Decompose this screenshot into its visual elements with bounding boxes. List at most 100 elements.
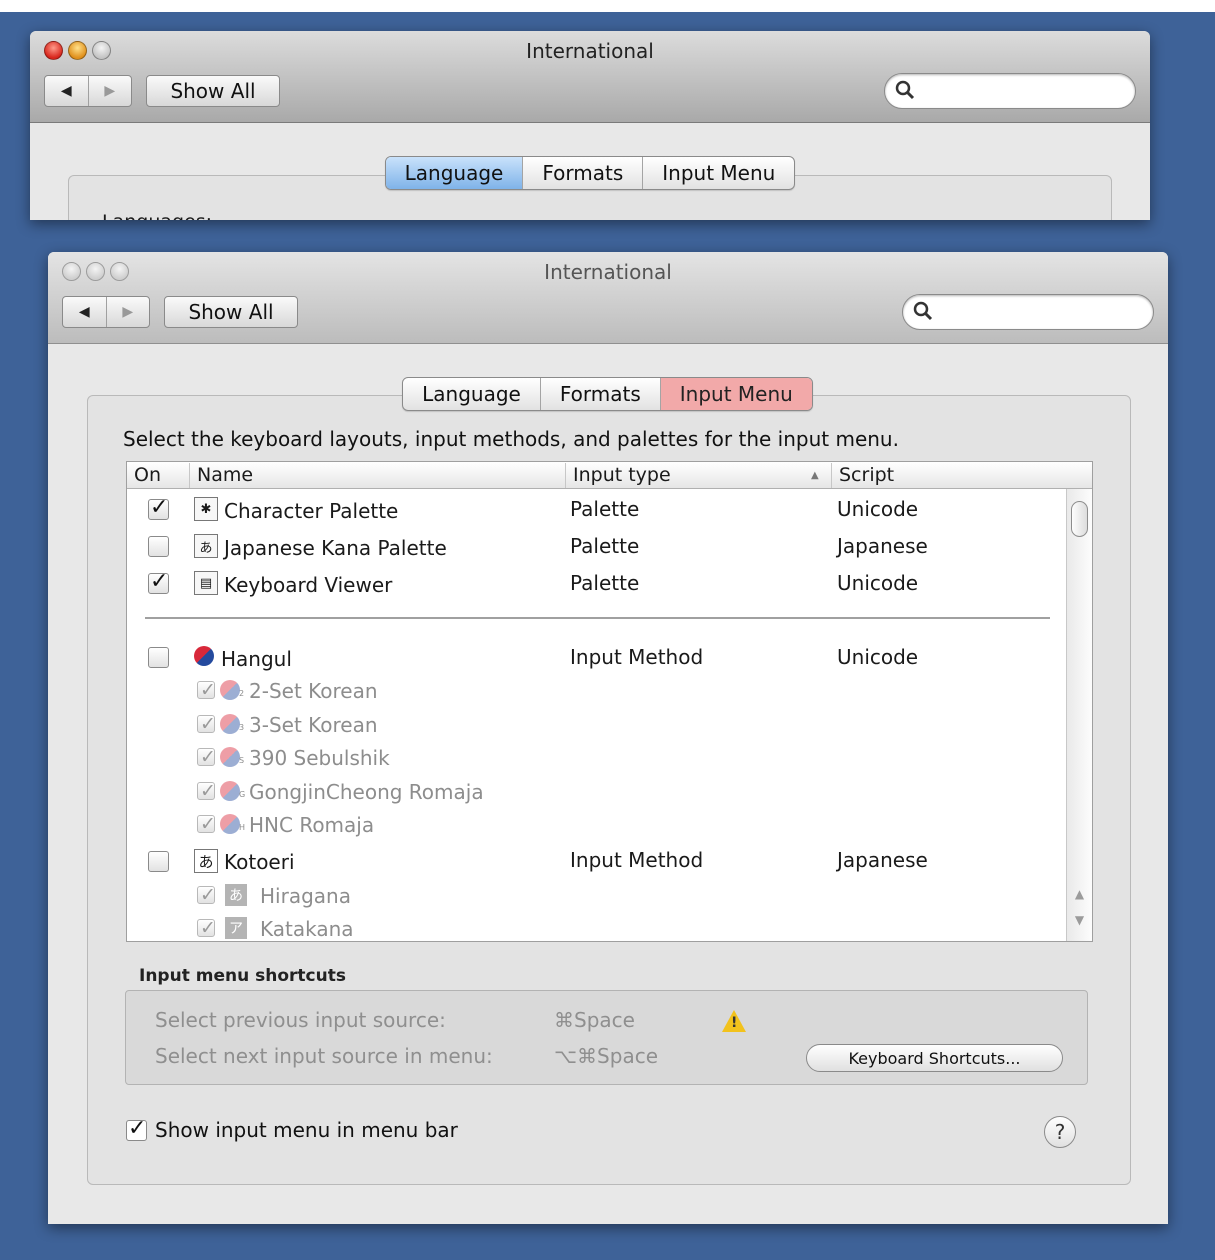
scroll-down-arrow-icon[interactable]: ▼: [1067, 913, 1092, 927]
keyboard-shortcuts-button[interactable]: Keyboard Shortcuts...: [806, 1044, 1063, 1072]
previous-source-shortcut: ⌘Space: [554, 1008, 635, 1032]
show-input-menu-label: Show input menu in menu bar: [155, 1118, 458, 1142]
table-row[interactable]: ✱ Character Palette Palette Unicode: [127, 492, 1067, 523]
character-palette-icon: ✱: [194, 497, 218, 521]
row-input-type: Palette: [570, 497, 640, 521]
back-arrow-icon[interactable]: ◀: [63, 297, 106, 327]
kana-palette-icon: あ: [194, 534, 218, 558]
row-script: Unicode: [837, 497, 919, 521]
row-sub-glyph: 3: [239, 723, 245, 732]
table-row[interactable]: 3 3-Set Korean: [127, 710, 1067, 740]
row-checkbox[interactable]: [197, 713, 216, 735]
background-titlebar: International ◀ ▶ Show All: [30, 31, 1150, 123]
row-script: Japanese: [837, 848, 928, 872]
row-checkbox[interactable]: [148, 569, 169, 594]
table-row[interactable]: S 390 Sebulshik: [127, 743, 1067, 773]
row-checkbox[interactable]: [148, 495, 169, 520]
korean-flag-icon: [220, 781, 240, 801]
background-tab-input-menu[interactable]: Input Menu: [642, 157, 794, 189]
row-sub-glyph: H: [239, 823, 246, 832]
search-field[interactable]: [902, 294, 1154, 330]
table-row[interactable]: G GongjinCheong Romaja: [127, 777, 1067, 807]
katakana-icon: ア: [225, 917, 247, 939]
row-input-type: Palette: [570, 571, 640, 595]
row-name: Katakana: [260, 917, 354, 941]
background-search-field[interactable]: [884, 73, 1136, 109]
table-separator: [145, 617, 1050, 619]
scroll-up-arrow-icon[interactable]: ▲: [1067, 887, 1092, 901]
back-arrow-icon[interactable]: ◀: [45, 76, 88, 106]
nav-buttons: ◀ ▶: [62, 296, 150, 328]
row-name: GongjinCheong Romaja: [249, 780, 484, 804]
forward-arrow-icon[interactable]: ▶: [87, 76, 132, 106]
row-name: Hangul: [221, 647, 292, 671]
tab-input-menu[interactable]: Input Menu: [659, 378, 812, 410]
next-source-label: Select next input source in menu:: [155, 1044, 493, 1068]
screen-edge: [0, 0, 1215, 12]
column-input-type[interactable]: Input type: [565, 463, 831, 488]
row-checkbox[interactable]: [197, 780, 216, 802]
table-row[interactable]: H HNC Romaja: [127, 810, 1067, 840]
column-name[interactable]: Name: [189, 463, 565, 488]
table-row[interactable]: あ Hiragana: [127, 881, 1067, 911]
row-checkbox[interactable]: [197, 884, 216, 906]
row-name: Japanese Kana Palette: [224, 536, 447, 560]
row-checkbox[interactable]: [197, 679, 216, 701]
table-row[interactable]: あ Japanese Kana Palette Palette Japanese: [127, 529, 1067, 560]
column-on[interactable]: On: [127, 463, 189, 488]
table-row[interactable]: ア Katakana: [127, 914, 1067, 941]
row-script: Unicode: [837, 645, 919, 669]
table-row[interactable]: あ Kotoeri Input Method Japanese: [127, 844, 1067, 874]
background-window: International ◀ ▶ Show All Language Form…: [30, 31, 1150, 220]
tab-formats[interactable]: Formats: [539, 378, 660, 410]
show-all-button[interactable]: Show All: [164, 296, 298, 328]
background-nav-buttons: ◀ ▶: [44, 75, 132, 107]
scrollbar-thumb[interactable]: [1071, 501, 1088, 537]
hiragana-icon: あ: [225, 884, 247, 906]
table-row[interactable]: 2 2-Set Korean: [127, 676, 1067, 706]
titlebar: International ◀ ▶ Show All: [48, 252, 1168, 344]
next-source-shortcut: ⌥⌘Space: [554, 1044, 658, 1068]
previous-source-label: Select previous input source:: [155, 1008, 446, 1032]
background-languages-label: Languages:: [102, 211, 212, 220]
kotoeri-icon: あ: [194, 849, 218, 873]
background-window-title: International: [526, 39, 654, 63]
row-input-type: Input Method: [570, 645, 704, 669]
row-sub-glyph: 2: [239, 689, 245, 698]
show-input-menu-checkbox[interactable]: [126, 1116, 147, 1141]
korean-flag-icon: [220, 714, 240, 734]
row-checkbox[interactable]: [197, 746, 216, 768]
row-checkbox[interactable]: [197, 813, 216, 835]
background-tab-formats[interactable]: Formats: [522, 157, 642, 189]
row-checkbox[interactable]: [197, 917, 216, 939]
shortcuts-label: Input menu shortcuts: [139, 966, 346, 986]
tab-language[interactable]: Language: [403, 378, 540, 410]
row-name: Kotoeri: [224, 850, 295, 874]
row-checkbox[interactable]: [148, 536, 169, 557]
preference-tabs: Language Formats Input Menu: [402, 377, 813, 411]
row-checkbox[interactable]: [148, 851, 169, 872]
background-tab-language[interactable]: Language: [385, 157, 523, 189]
row-script: Unicode: [837, 571, 919, 595]
row-input-type: Input Method: [570, 848, 704, 872]
forward-arrow-icon[interactable]: ▶: [105, 297, 150, 327]
table-scrollbar[interactable]: ▲ ▼: [1066, 489, 1092, 941]
background-tabs: Language Formats Input Menu: [384, 156, 796, 190]
background-show-all-button[interactable]: Show All: [146, 75, 280, 107]
window-title: International: [544, 260, 672, 284]
row-name: Keyboard Viewer: [224, 573, 393, 597]
input-sources-table: On Name Input type ▲ Script ✱ Character …: [126, 461, 1093, 942]
row-name: 390 Sebulshik: [249, 746, 390, 770]
table-row[interactable]: Hangul Input Method Unicode: [127, 640, 1067, 671]
korean-flag-icon: [220, 814, 240, 834]
search-icon: [895, 80, 915, 100]
row-input-type: Palette: [570, 534, 640, 558]
help-button[interactable]: ?: [1044, 1116, 1076, 1148]
table-row[interactable]: ▤ Keyboard Viewer Palette Unicode: [127, 566, 1067, 597]
row-name: HNC Romaja: [249, 813, 375, 837]
column-script[interactable]: Script: [831, 463, 1067, 488]
row-name: 2-Set Korean: [249, 679, 378, 703]
korean-flag-icon: [220, 747, 240, 767]
row-checkbox[interactable]: [148, 647, 169, 668]
row-sub-glyph: S: [239, 756, 245, 765]
